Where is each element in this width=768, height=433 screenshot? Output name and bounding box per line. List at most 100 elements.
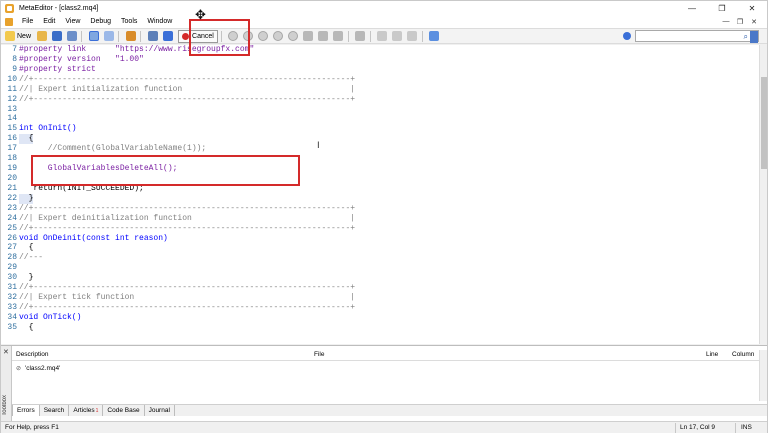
code-text: //+-------------------------------------…: [19, 302, 356, 312]
document-icon[interactable]: [5, 17, 13, 26]
search-icon[interactable]: ⌕: [744, 32, 748, 42]
breakpoint-button[interactable]: [317, 30, 330, 43]
toolbox-vertical-scrollbar[interactable]: [759, 350, 767, 401]
save-all-button[interactable]: [65, 30, 78, 43]
metaeditor-app-icon: [5, 3, 14, 13]
close-button[interactable]: ✕: [737, 1, 767, 15]
restore-button[interactable]: ❐: [707, 1, 737, 15]
articles-badge: 1: [95, 407, 99, 414]
step-out-button[interactable]: [302, 30, 315, 43]
window-controls: — ❐ ✕: [677, 1, 767, 15]
menu-view[interactable]: View: [60, 18, 85, 25]
line-number: 14: [7, 114, 17, 124]
line-number: 11: [7, 84, 17, 94]
debug-icon: [162, 31, 173, 41]
remove-breakpoints-button[interactable]: [332, 30, 345, 43]
minimize-button[interactable]: —: [677, 1, 707, 15]
toolbox-tabs: Errors Search Articles 1 Code Base Journa…: [12, 404, 767, 416]
find-button[interactable]: [406, 30, 419, 43]
doc-restore-button[interactable]: ❐: [733, 15, 747, 28]
tab-errors[interactable]: Errors: [12, 405, 40, 416]
code-line: 24//| Expert deinitialization function |: [1, 214, 759, 224]
open-button[interactable]: [35, 30, 48, 43]
toolbox-toggle-button[interactable]: [102, 30, 115, 43]
navigator-button[interactable]: [87, 30, 100, 43]
cancel-icon: [182, 32, 190, 40]
menu-window[interactable]: Window: [142, 18, 177, 25]
code-text: {: [19, 322, 34, 332]
copy-button[interactable]: [376, 30, 389, 43]
stop-icon: [258, 31, 269, 41]
doc-close-button[interactable]: ✕: [747, 15, 761, 28]
remove-breakpoints-icon: [333, 31, 344, 41]
fullscreen-button[interactable]: [428, 30, 441, 43]
code-line: 29: [1, 263, 759, 273]
window-icon: [429, 31, 440, 41]
paste-button[interactable]: [391, 30, 404, 43]
search-dropdown-icon[interactable]: [750, 31, 758, 43]
close-icon[interactable]: ✕: [3, 348, 9, 356]
column-description[interactable]: Description: [16, 351, 49, 358]
save-button[interactable]: [50, 30, 63, 43]
tab-code-base[interactable]: Code Base: [103, 405, 145, 416]
code-line: 35 {: [1, 323, 759, 333]
editor-vertical-scrollbar[interactable]: [759, 45, 767, 344]
new-file-icon: [5, 31, 15, 41]
status-divider: [675, 423, 676, 433]
line-number: 12: [7, 94, 17, 104]
step-into-button[interactable]: [272, 30, 285, 43]
code-text: void OnDeinit(const int reason): [19, 233, 168, 243]
toolbox-label: Toolbox: [2, 395, 8, 416]
toolbar-separator: [421, 30, 423, 42]
line-number: 23: [7, 203, 17, 213]
cursor-position: Ln 17, Col 9: [680, 424, 716, 431]
new-button[interactable]: New: [3, 30, 33, 43]
styler-button[interactable]: [124, 30, 137, 43]
text-cursor-icon: I: [317, 141, 320, 151]
search-input[interactable]: ⌕: [635, 30, 759, 43]
code-highlight-box: [31, 155, 300, 186]
stop-debug-button[interactable]: [257, 30, 270, 43]
column-column[interactable]: Column: [732, 351, 754, 358]
compile-button[interactable]: [146, 30, 159, 43]
status-divider: [735, 423, 736, 433]
doc-minimize-button[interactable]: —: [719, 15, 733, 28]
code-line: 26 void OnDeinit(const int reason): [1, 234, 759, 244]
debug-dropdown-button[interactable]: [161, 30, 174, 43]
code-line: 16 {: [1, 134, 759, 145]
code-line: 14: [1, 114, 759, 124]
step-over-button[interactable]: [287, 30, 300, 43]
tab-search[interactable]: Search: [40, 405, 70, 416]
menu-debug[interactable]: Debug: [85, 18, 116, 25]
menu-edit[interactable]: Edit: [38, 18, 60, 25]
code-editor[interactable]: 7 #property link "https://www.risegroupfx…: [1, 45, 759, 344]
line-number: 9: [12, 64, 17, 74]
column-file[interactable]: File: [314, 351, 324, 358]
line-number: 19: [7, 164, 17, 174]
code-line: 12//+-----------------------------------…: [1, 95, 759, 105]
column-line[interactable]: Line: [706, 351, 718, 358]
line-number: 35: [7, 322, 17, 332]
go-to-button[interactable]: [354, 30, 367, 43]
scrollbar-thumb[interactable]: [761, 77, 767, 169]
code-text: //| Expert initialization function |: [19, 84, 356, 94]
window-title: MetaEditor - [class2.mq4]: [19, 4, 99, 12]
table-row[interactable]: ⊘ 'class2.mq4': [12, 364, 759, 374]
community-globe-icon[interactable]: [623, 32, 631, 40]
code-text: #property version "1.00": [19, 54, 144, 64]
line-number: 30: [7, 273, 17, 283]
code-line: 22 }: [1, 193, 759, 204]
code-line: 32//| Expert tick function |: [1, 293, 759, 303]
code-line: 7 #property link "https://www.risegroupfx…: [1, 45, 759, 55]
cancel-highlight-box: [189, 19, 250, 56]
menu-tools[interactable]: Tools: [116, 18, 142, 25]
tab-journal[interactable]: Journal: [145, 405, 175, 416]
code-line: 10//+-----------------------------------…: [1, 75, 759, 85]
menu-file[interactable]: File: [17, 18, 38, 25]
step-into-icon: [273, 31, 284, 41]
tab-articles[interactable]: Articles 1: [69, 405, 104, 416]
toolbox-icon: [103, 31, 114, 41]
line-number: 34: [7, 312, 17, 322]
status-bar: For Help, press F1 Ln 17, Col 9 INS: [1, 421, 767, 433]
code-text: //+-------------------------------------…: [19, 283, 356, 293]
